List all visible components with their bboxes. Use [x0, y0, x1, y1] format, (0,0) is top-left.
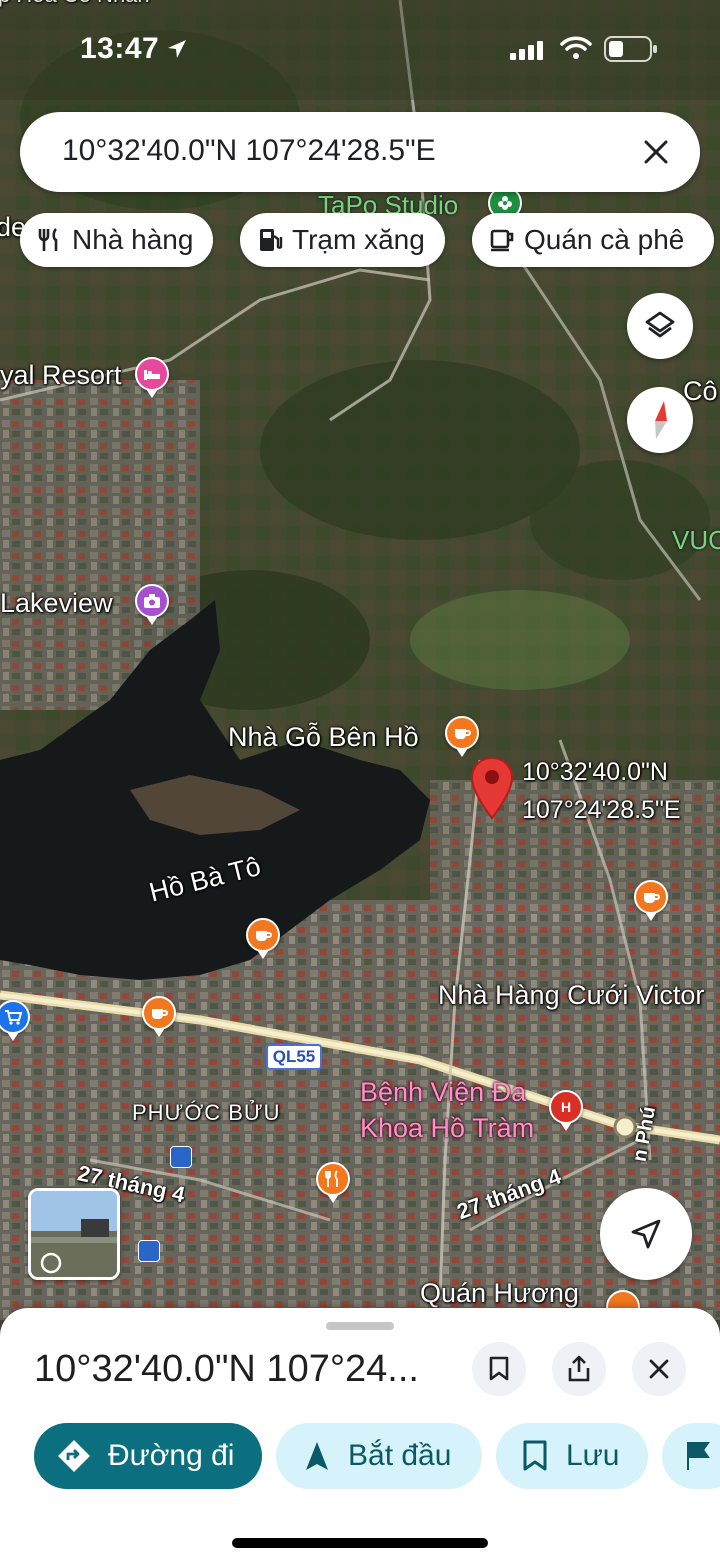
cellular-signal-icon [510, 41, 543, 60]
battery-icon [604, 36, 657, 62]
my-location-button[interactable] [600, 1188, 692, 1280]
bus-stop-icon[interactable] [138, 1240, 160, 1262]
close-icon [644, 140, 668, 164]
hotel-pin-icon[interactable] [135, 357, 169, 398]
pin-lat-label: 10°32'40.0"N [522, 758, 668, 786]
cafe-pin-icon[interactable] [142, 996, 176, 1037]
clear-search-button[interactable] [634, 130, 678, 174]
layers-icon [645, 311, 675, 338]
home-indicator[interactable] [232, 1538, 488, 1548]
close-icon [649, 1359, 669, 1379]
sheet-grabber[interactable] [326, 1322, 394, 1330]
start-label: Bắt đầu [348, 1439, 452, 1472]
chip-coffee[interactable]: Quán cà phê [472, 213, 715, 267]
status-time: 13:47 [80, 32, 160, 65]
start-button[interactable]: Bắt đầu [276, 1423, 482, 1489]
location-arrow-icon [168, 40, 186, 58]
bus-stop-icon[interactable] [170, 1146, 192, 1168]
lakeview-label[interactable]: Lakeview [0, 588, 113, 619]
layers-button[interactable] [627, 293, 693, 359]
wifi-icon [560, 36, 592, 59]
street-view-thumbnail[interactable] [28, 1188, 120, 1280]
chip-gas-stations[interactable]: Trạm xăng [240, 213, 445, 267]
svg-text:H: H [561, 1099, 571, 1115]
restaurant-pin-icon[interactable] [316, 1162, 350, 1203]
cafe-pin-icon[interactable] [246, 918, 280, 959]
restaurant-icon [38, 228, 58, 251]
save-label: Lưu [566, 1439, 620, 1472]
camera-pin-icon[interactable] [135, 584, 169, 625]
directions-label: Đường đi [108, 1439, 235, 1472]
compass-button[interactable] [627, 387, 693, 453]
place-title: 10°32'40.0"N 107°24... [34, 1348, 419, 1390]
share-icon [568, 1355, 590, 1382]
dropped-pin-icon[interactable] [470, 756, 514, 820]
save-icon-button[interactable] [472, 1342, 526, 1396]
navigation-icon [306, 1442, 328, 1470]
search-query[interactable]: 10°32'40.0"N 107°24'28.5"E [62, 134, 436, 168]
street-view-image [31, 1191, 117, 1277]
cafe-pin-icon[interactable] [445, 716, 479, 757]
compass-icon [655, 401, 667, 439]
bookmark-icon [523, 1440, 547, 1471]
right-edge-green-label: VUC [672, 525, 720, 555]
pin-lng-label: 107°24'28.5"E [522, 796, 681, 824]
directions-button[interactable]: Đường đi [34, 1423, 262, 1489]
nha-go-label[interactable]: Nhà Gỗ Bên Hồ [228, 722, 419, 753]
search-bar[interactable]: 10°32'40.0"N 107°24'28.5"E [20, 112, 700, 192]
quan-huong-label[interactable]: Quán Hương [420, 1278, 579, 1309]
coffee-icon [490, 229, 514, 252]
save-button[interactable]: Lưu [496, 1423, 648, 1489]
bookmark-icon [489, 1356, 509, 1381]
chip-label: Quán cà phê [524, 224, 685, 255]
close-sheet-button[interactable] [632, 1342, 686, 1396]
chip-restaurants[interactable]: Nhà hàng [20, 213, 214, 267]
more-actions-button[interactable] [662, 1423, 720, 1489]
chip-label: Nhà hàng [72, 224, 194, 255]
wedding-restaurant-label[interactable]: Nhà Hàng Cưới Victor [438, 980, 704, 1011]
road-shield-ql55: QL55 [266, 1044, 322, 1070]
status-bar: 13:47 [0, 0, 720, 100]
cafe-pin-icon[interactable] [634, 880, 668, 921]
hospital-label[interactable]: Bệnh Viện Đa Khoa Hồ Tràm [360, 1074, 534, 1146]
hospital-pin-icon[interactable]: H [549, 1090, 583, 1131]
flag-icon [687, 1442, 710, 1470]
navigation-arrow-icon [631, 1219, 661, 1249]
place-bottom-sheet[interactable]: 10°32'40.0"N 107°24... Đường đi Bắt đầu [0, 1308, 720, 1560]
gas-station-icon [260, 229, 283, 251]
share-button[interactable] [552, 1342, 606, 1396]
chip-label: Trạm xăng [292, 224, 425, 255]
directions-icon [58, 1440, 90, 1472]
resort-label[interactable]: yal Resort [0, 360, 122, 391]
district-label: PHƯỚC BỬU [132, 1100, 281, 1125]
